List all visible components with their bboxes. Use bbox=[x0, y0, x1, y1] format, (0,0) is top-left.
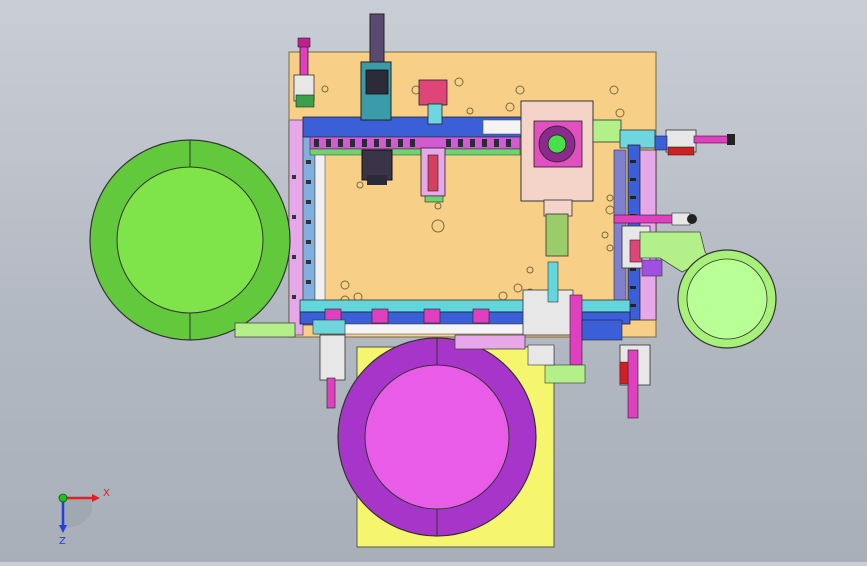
center-slide-inner bbox=[427, 154, 439, 192]
module-vertical-guide bbox=[545, 213, 569, 257]
center-slide-top bbox=[418, 79, 448, 106]
bottom-left-cylinder bbox=[326, 377, 336, 409]
cylinder-block bbox=[365, 69, 389, 95]
comb-green-strip bbox=[309, 148, 521, 156]
cad-viewport[interactable]: X Z bbox=[0, 0, 867, 562]
axis-triad: X Z bbox=[58, 488, 110, 547]
bottom-center-bracket bbox=[544, 364, 586, 384]
y-axis-dot bbox=[58, 493, 68, 503]
right-top-connector bbox=[654, 135, 668, 151]
bottom-right-blue bbox=[581, 319, 623, 341]
bottom-left-block bbox=[319, 334, 346, 381]
center-slide-block bbox=[427, 103, 443, 125]
main-base-plate bbox=[288, 51, 657, 338]
right-top-cylinder-end bbox=[727, 134, 735, 145]
right-upper-bracket bbox=[592, 119, 622, 143]
bottom-right-red bbox=[619, 361, 629, 385]
center-slide-foot bbox=[424, 195, 444, 203]
right-bowl-inner bbox=[686, 258, 768, 340]
module-gear-hub bbox=[547, 134, 567, 154]
right-mid-cylinder-knob bbox=[687, 214, 697, 224]
cad-drawing: X Z bbox=[58, 13, 777, 548]
gripper-base bbox=[367, 175, 387, 185]
left-bowl-feeder bbox=[234, 322, 296, 338]
left-bowl-inner bbox=[116, 166, 264, 314]
bottom-left-mount bbox=[312, 319, 346, 335]
bottom-center-vertical bbox=[547, 261, 559, 303]
top-vertical-cylinder bbox=[369, 13, 385, 70]
top-left-cylinder-tip bbox=[297, 37, 311, 48]
right-top-cylinder-rod bbox=[693, 135, 730, 144]
right-top-cylinder-base bbox=[667, 146, 695, 156]
right-purple-tab bbox=[641, 259, 663, 277]
bottom-bowl-feeder bbox=[454, 334, 526, 350]
bottom-center-cylinder bbox=[569, 294, 583, 366]
bottom-right-cylinder bbox=[627, 349, 639, 419]
left-inner-track bbox=[314, 147, 326, 319]
z-axis-arrowhead bbox=[59, 525, 67, 533]
axis-triad-shadow bbox=[63, 498, 92, 529]
bottom-bowl-inner bbox=[364, 364, 510, 510]
x-axis-arrowhead bbox=[92, 494, 100, 502]
x-axis-label: X bbox=[103, 488, 110, 499]
z-axis-label: Z bbox=[59, 536, 66, 547]
bottom-center-slider bbox=[527, 344, 555, 366]
top-left-cylinder-mount bbox=[295, 94, 315, 108]
right-mid-cylinder-rod bbox=[613, 214, 675, 224]
